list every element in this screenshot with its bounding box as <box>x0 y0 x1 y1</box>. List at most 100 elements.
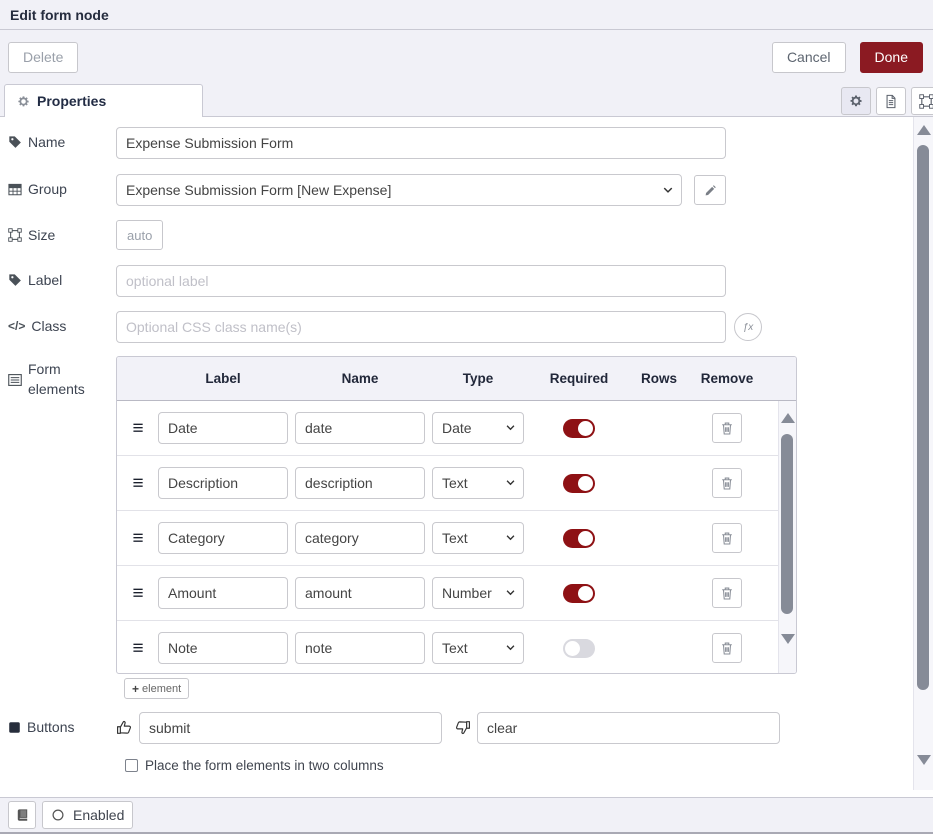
tab-properties[interactable]: Properties <box>4 84 203 117</box>
two-columns-checkbox[interactable] <box>125 759 138 772</box>
group-label: Group <box>8 174 116 204</box>
dialog-scrollbar-thumb[interactable] <box>917 145 929 690</box>
element-label-input[interactable] <box>158 467 288 499</box>
required-toggle[interactable] <box>563 639 595 658</box>
required-toggle[interactable] <box>563 584 595 603</box>
table-scrollbar-thumb[interactable] <box>781 434 793 614</box>
element-type-select[interactable]: Text <box>432 467 524 499</box>
table-icon <box>8 183 22 196</box>
enabled-toggle-button[interactable]: Enabled <box>42 801 133 829</box>
table-scrollbar[interactable] <box>778 401 796 673</box>
form-elements-table: Label Name Type Required Rows Remove ≡ D… <box>116 356 797 674</box>
tab-properties-label: Properties <box>37 93 106 109</box>
tab-button-description[interactable] <box>876 87 906 115</box>
remove-element-button[interactable] <box>712 633 742 663</box>
book-icon <box>16 808 29 822</box>
element-name-input[interactable] <box>295 467 425 499</box>
trash-icon <box>720 641 734 656</box>
two-columns-row: Place the form elements in two columns <box>125 758 384 773</box>
trash-icon <box>720 531 734 546</box>
pencil-icon <box>704 184 717 197</box>
form-elements-row: Form elements Label Name Type Required R… <box>8 356 797 674</box>
element-label-input[interactable] <box>158 412 288 444</box>
required-toggle[interactable] <box>563 529 595 548</box>
element-label-input[interactable] <box>158 632 288 664</box>
form-elements-label: Form elements <box>8 356 116 399</box>
drag-handle-icon[interactable]: ≡ <box>125 639 151 658</box>
form-element-row: ≡ Text <box>117 511 796 566</box>
size-label: Size <box>8 220 116 250</box>
gear-icon <box>849 94 863 108</box>
required-toggle[interactable] <box>563 474 595 493</box>
required-toggle[interactable] <box>563 419 595 438</box>
dialog-scrollbar[interactable] <box>913 117 933 790</box>
drag-handle-icon[interactable]: ≡ <box>125 419 151 438</box>
group-select[interactable]: Expense Submission Form [New Expense] <box>116 174 682 206</box>
tab-button-properties[interactable] <box>841 87 871 115</box>
element-type-select[interactable]: Text <box>432 632 524 664</box>
trash-icon <box>720 476 734 491</box>
submit-button-input[interactable] <box>139 712 442 744</box>
enabled-label: Enabled <box>73 807 124 823</box>
size-button[interactable]: auto <box>116 220 163 250</box>
remove-element-button[interactable] <box>712 523 742 553</box>
label-input[interactable] <box>116 265 726 297</box>
drag-handle-icon[interactable]: ≡ <box>125 584 151 603</box>
plus-icon: + <box>132 682 139 696</box>
thumbs-up-icon <box>116 719 133 736</box>
gear-icon <box>17 95 30 108</box>
trash-icon <box>720 586 734 601</box>
document-icon <box>884 94 898 109</box>
form-elements-table-header: Label Name Type Required Rows Remove <box>117 357 796 401</box>
element-name-input[interactable] <box>295 577 425 609</box>
dynamic-class-button[interactable]: ƒx <box>734 313 762 341</box>
remove-element-button[interactable] <box>712 578 742 608</box>
size-row: Size auto <box>8 220 163 250</box>
element-label-input[interactable] <box>158 522 288 554</box>
scroll-down-arrow[interactable] <box>917 755 931 765</box>
name-row: Name <box>8 127 726 159</box>
scroll-up-arrow[interactable] <box>917 125 931 135</box>
element-label-input[interactable] <box>158 577 288 609</box>
element-name-input[interactable] <box>295 522 425 554</box>
col-remove: Remove <box>691 371 763 386</box>
element-name-input[interactable] <box>295 412 425 444</box>
remove-element-button[interactable] <box>712 468 742 498</box>
add-element-button[interactable]: + element <box>124 678 189 699</box>
thumbs-down-icon <box>454 719 471 736</box>
remove-element-button[interactable] <box>712 413 742 443</box>
tag-icon <box>8 273 22 287</box>
element-name-input[interactable] <box>295 632 425 664</box>
drag-handle-icon[interactable]: ≡ <box>125 529 151 548</box>
group-select-wrap: Expense Submission Form [New Expense] <box>116 174 682 206</box>
object-frame-icon <box>919 94 933 109</box>
size-frame-icon <box>8 228 22 242</box>
element-type-select[interactable]: Text <box>432 522 524 554</box>
element-type-select[interactable]: Date <box>432 412 524 444</box>
properties-panel: Name Group Expense Submission Form [New … <box>0 117 933 797</box>
edit-group-button[interactable] <box>694 175 726 205</box>
scroll-down-arrow[interactable] <box>781 634 795 644</box>
done-button[interactable]: Done <box>860 42 923 73</box>
form-element-row: ≡ Text <box>117 621 796 673</box>
scroll-up-arrow[interactable] <box>781 413 795 423</box>
delete-button[interactable]: Delete <box>8 42 78 73</box>
drag-handle-icon[interactable]: ≡ <box>125 474 151 493</box>
form-elements-rows: ≡ Date ≡ Text <box>117 401 796 673</box>
square-icon <box>8 721 21 734</box>
buttons-label: Buttons <box>8 712 116 742</box>
element-type-select[interactable]: Number <box>432 577 524 609</box>
two-columns-label: Place the form elements in two columns <box>145 758 384 773</box>
clear-button-input[interactable] <box>477 712 780 744</box>
fx-icon: ƒx <box>743 322 754 333</box>
label-label: Label <box>8 265 116 295</box>
form-element-row: ≡ Date <box>117 401 796 456</box>
dialog-footer: Enabled <box>0 797 933 834</box>
class-input[interactable] <box>116 311 726 343</box>
name-input[interactable] <box>116 127 726 159</box>
col-required: Required <box>531 371 627 386</box>
cancel-button[interactable]: Cancel <box>772 42 846 73</box>
list-icon <box>8 374 22 386</box>
docs-button[interactable] <box>8 801 36 829</box>
tab-button-appearance[interactable] <box>911 87 933 115</box>
